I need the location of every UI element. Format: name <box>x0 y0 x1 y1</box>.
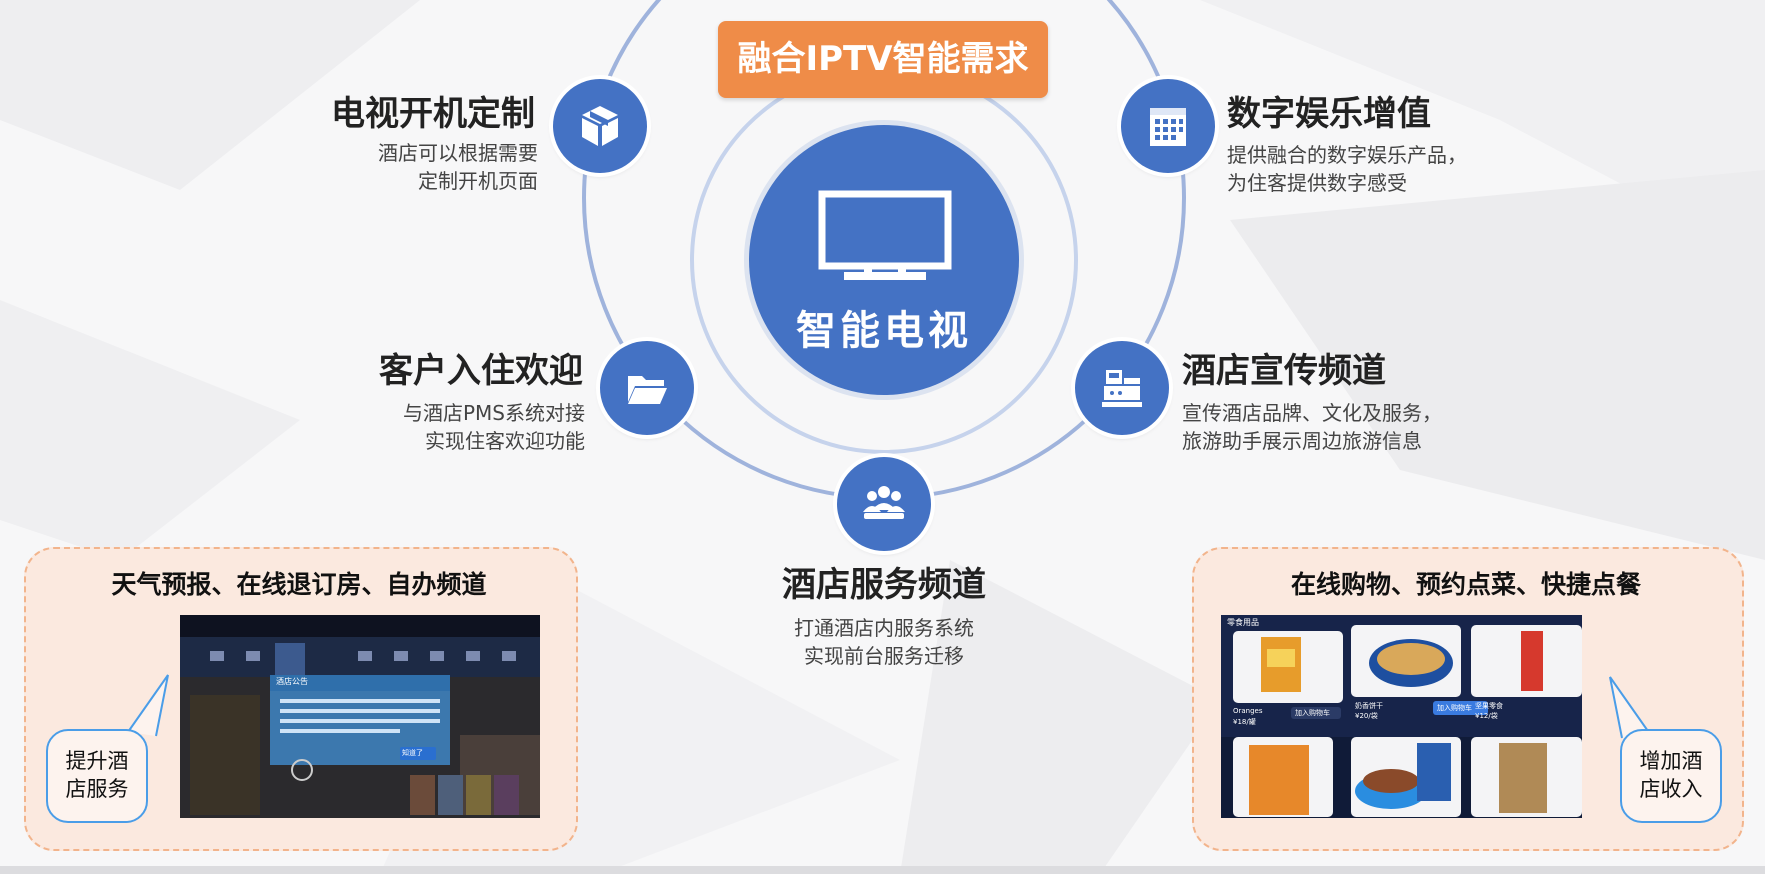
right-panel-title: 在线购物、预约点菜、快捷点餐 <box>1290 570 1641 599</box>
product-price: ¥20/袋 <box>1355 712 1378 720</box>
feature-desc: 实现前台服务迁移 <box>804 644 964 668</box>
feature-desc: 旅游助手展示周边旅游信息 <box>1182 429 1422 453</box>
feature-title: 数字娱乐增值 <box>1227 94 1431 134</box>
feature-title: 酒店宣传频道 <box>1182 351 1386 391</box>
feature-title: 酒店服务频道 <box>782 565 986 605</box>
feature-desc: 提供融合的数字娱乐产品， <box>1227 143 1467 167</box>
add-to-cart-button[interactable]: 加入购物车 <box>1295 708 1330 718</box>
people-icon <box>863 486 905 519</box>
feature-desc: 定制开机页面 <box>418 169 538 193</box>
add-to-cart-button[interactable]: 加入购物车 <box>1437 703 1472 713</box>
title-badge: 融合IPTV智能需求 <box>718 21 1048 98</box>
feature-desc: 实现住客欢迎功能 <box>425 429 585 453</box>
shop-header: 零食用品 <box>1227 618 1259 627</box>
node-guest-welcome <box>600 341 694 435</box>
smart-tv-label: 智能电视 <box>796 308 972 354</box>
feature-desc: 打通酒店内服务系统 <box>794 616 974 640</box>
box-icon <box>582 106 618 146</box>
bubble-increase-revenue: 增加酒 店收入 <box>1620 729 1722 823</box>
popup-title: 酒店公告 <box>276 677 308 686</box>
folder-icon <box>628 376 667 404</box>
feature-desc: 酒店可以根据需要 <box>378 141 538 165</box>
node-hotel-promo <box>1075 341 1169 435</box>
product-name: Oranges <box>1233 707 1263 715</box>
product-price: ¥18/罐 <box>1233 718 1256 726</box>
node-hotel-service <box>837 457 931 551</box>
bubble-line: 提升酒 <box>65 749 129 773</box>
product-name: 坚果零食 <box>1475 702 1503 710</box>
bubble-line: 店服务 <box>65 777 129 801</box>
feature-desc: 为住客提供数字感受 <box>1227 171 1407 195</box>
bubble-line: 增加酒 <box>1639 749 1703 773</box>
product-name: 奶香饼干 <box>1355 702 1383 710</box>
node-digital-entertainment <box>1121 79 1215 173</box>
tv-screenshot: 酒店公告 知道了 <box>180 615 540 818</box>
popup-ok-button[interactable]: 知道了 <box>402 748 423 758</box>
bubble-line: 店收入 <box>1639 777 1703 801</box>
calendar-icon <box>1150 108 1186 146</box>
cash-register-icon <box>1102 370 1142 407</box>
tv-icon <box>818 190 952 280</box>
bubble-improve-service: 提升酒 店服务 <box>46 729 148 823</box>
feature-desc: 与酒店PMS系统对接 <box>402 401 585 425</box>
shop-screenshot: 零食用品 Oranges ¥18/罐 加入购物车 奶香饼干 ¥20/袋 加入购物… <box>1221 615 1582 818</box>
left-panel-title: 天气预报、在线退订房、自办频道 <box>111 570 487 599</box>
product-price: ¥12/袋 <box>1475 712 1498 720</box>
node-tv-startup <box>553 79 647 173</box>
feature-title: 电视开机定制 <box>331 94 535 134</box>
feature-desc: 宣传酒店品牌、文化及服务， <box>1182 401 1442 425</box>
feature-title: 客户入住欢迎 <box>379 351 583 391</box>
